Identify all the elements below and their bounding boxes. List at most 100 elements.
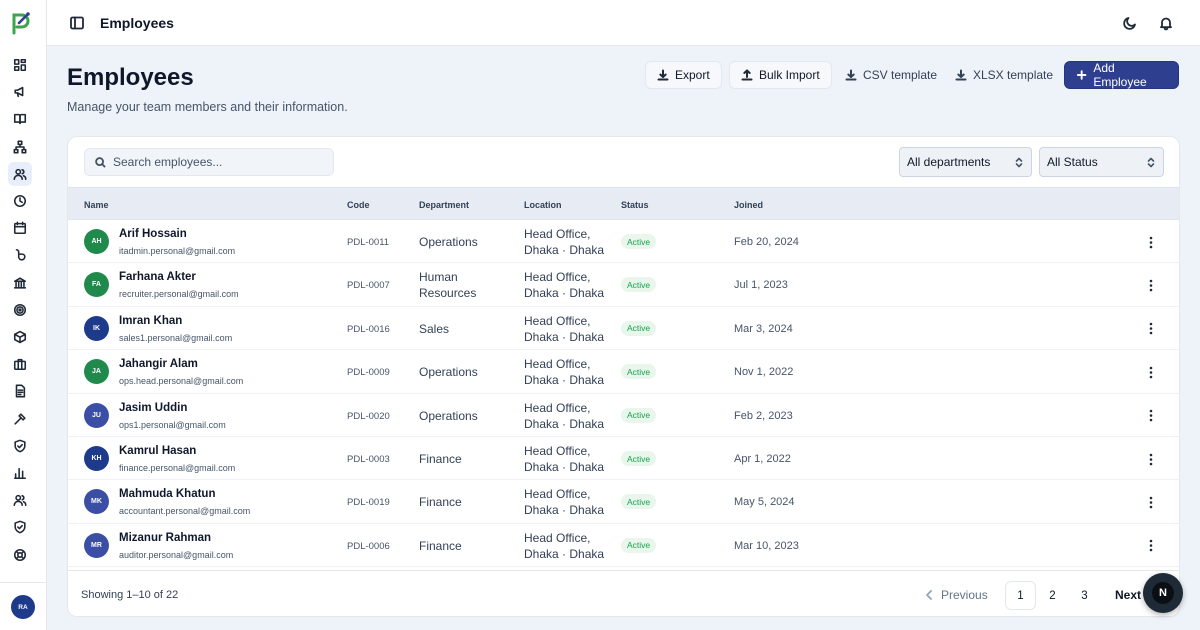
bar-chart-icon[interactable] xyxy=(8,461,32,485)
calendar-icon[interactable] xyxy=(8,216,32,240)
employee-joined-date: Mar 3, 2024 xyxy=(734,322,793,335)
employee-department: Operations xyxy=(419,408,478,423)
export-button[interactable]: Export xyxy=(645,61,722,89)
shield-check-icon[interactable] xyxy=(8,434,32,458)
employee-code: PDL-0007 xyxy=(347,280,390,292)
previous-page-label: Previous xyxy=(941,588,988,602)
employee-name[interactable]: Kamrul Hasan xyxy=(119,445,196,457)
column-header-department[interactable]: Department xyxy=(419,200,469,210)
next-page-button[interactable]: Next xyxy=(1115,588,1141,602)
employee-avatar: FA xyxy=(84,272,109,298)
users-icon[interactable] xyxy=(8,161,32,186)
upload-icon xyxy=(741,69,753,81)
search-input[interactable] xyxy=(113,155,323,169)
table-row[interactable]: JA Jahangir Alam ops.head.personal@gmail.c… xyxy=(68,350,1179,394)
column-header-code[interactable]: Code xyxy=(347,200,370,210)
lifebuoy-icon[interactable] xyxy=(8,543,32,567)
clock-icon[interactable] xyxy=(8,189,32,213)
moon-icon[interactable] xyxy=(1122,15,1138,31)
status-select[interactable]: All Status xyxy=(1039,147,1164,177)
column-header-name[interactable]: Name xyxy=(84,200,109,210)
employee-email: ops1.personal@gmail.com xyxy=(119,419,226,430)
xlsx-template-button[interactable]: XLSX template xyxy=(944,61,1064,89)
more-vertical-icon[interactable] xyxy=(1144,235,1158,249)
employee-email: accountant.personal@gmail.com xyxy=(119,506,251,517)
users-icon[interactable] xyxy=(8,488,32,512)
employee-name[interactable]: Jahangir Alam xyxy=(119,358,198,370)
shield-icon[interactable] xyxy=(8,515,32,539)
target-icon[interactable] xyxy=(8,298,32,322)
bulk-import-button[interactable]: Bulk Import xyxy=(729,61,832,89)
employee-department: Finance xyxy=(419,452,462,466)
employee-code: PDL-0019 xyxy=(347,497,390,509)
org-chart-icon[interactable] xyxy=(8,135,32,159)
user-avatar[interactable]: RA xyxy=(11,595,35,619)
column-header-status[interactable]: Status xyxy=(621,200,649,210)
department-select[interactable]: All departments xyxy=(899,147,1032,177)
add-employee-button[interactable]: Add Employee xyxy=(1064,61,1179,89)
page-title: Employees xyxy=(67,64,194,91)
floating-action-button[interactable]: N xyxy=(1143,573,1183,613)
download-icon xyxy=(657,69,669,81)
hammer-icon[interactable] xyxy=(8,407,32,431)
employee-name[interactable]: Mahmuda Khatun xyxy=(119,488,215,500)
bulk-import-label: Bulk Import xyxy=(759,68,820,82)
page-button-1[interactable]: 1 xyxy=(1005,581,1036,610)
search-icon xyxy=(95,157,106,168)
employee-avatar: JU xyxy=(84,402,109,428)
box-icon[interactable] xyxy=(8,325,32,349)
employee-name[interactable]: Jasim Uddin xyxy=(119,402,187,414)
employee-department: Sales xyxy=(419,321,450,336)
bank-icon[interactable] xyxy=(8,271,32,295)
column-header-location[interactable]: Location xyxy=(524,200,562,210)
employee-location: Head Office, Dhaka · Dhaka xyxy=(524,444,605,474)
table-row[interactable]: FA Farhana Akter recruiter.personal@gmail.… xyxy=(68,263,1179,307)
csv-template-button[interactable]: CSV template xyxy=(834,61,948,89)
more-vertical-icon[interactable] xyxy=(1144,452,1158,466)
employee-email: recruiter.personal@gmail.com xyxy=(119,289,239,300)
search-box[interactable] xyxy=(84,148,334,176)
more-vertical-icon[interactable] xyxy=(1144,278,1158,292)
employee-name[interactable]: Farhana Akter xyxy=(119,271,196,283)
table-row[interactable]: MR Mizanur Rahman auditor.personal@gmail.c… xyxy=(68,524,1179,568)
employee-avatar: MR xyxy=(84,532,109,558)
employee-code: PDL-0011 xyxy=(347,237,390,248)
table-row[interactable]: JU Jasim Uddin ops1.personal@gmail.com PDL-… xyxy=(68,394,1179,437)
column-header-joined[interactable]: Joined xyxy=(734,200,763,210)
table-row[interactable]: MK Mahmuda Khatun accountant.personal@gmai… xyxy=(68,480,1179,524)
more-vertical-icon[interactable] xyxy=(1144,409,1158,423)
table-row[interactable]: IK Imran Khan sales1.personal@gmail.com PDL… xyxy=(68,307,1179,351)
employee-email: ops.head.personal@gmail.com xyxy=(119,376,244,387)
table-row[interactable]: AH Arif Hossain itadmin.personal@gmail.com… xyxy=(68,220,1179,264)
more-vertical-icon[interactable] xyxy=(1144,322,1158,336)
employee-email: sales1.personal@gmail.com xyxy=(119,332,233,343)
more-vertical-icon[interactable] xyxy=(1144,365,1158,379)
employee-location: Head Office, Dhaka · Dhaka xyxy=(524,487,605,518)
briefcase-icon[interactable] xyxy=(8,352,32,376)
table-row[interactable]: KH Kamrul Hasan finance.personal@gmail.com… xyxy=(68,437,1179,481)
download-icon xyxy=(845,69,857,81)
dashboard-icon[interactable] xyxy=(8,53,32,77)
fab-label: N xyxy=(1152,582,1174,604)
employee-name[interactable]: Mizanur Rahman xyxy=(119,532,211,544)
status-badge: Active xyxy=(621,494,657,510)
page-button-2[interactable]: 2 xyxy=(1037,581,1068,610)
sidebar-divider xyxy=(0,582,47,583)
bell-icon[interactable] xyxy=(1158,15,1174,31)
employee-name[interactable]: Imran Khan xyxy=(119,315,182,327)
more-vertical-icon[interactable] xyxy=(1144,539,1158,553)
document-icon[interactable] xyxy=(8,379,32,403)
sidebar-toggle-icon[interactable] xyxy=(69,15,85,31)
csv-template-label: CSV template xyxy=(863,68,938,82)
employee-code: PDL-0016 xyxy=(347,323,390,335)
currency-icon[interactable] xyxy=(8,243,32,267)
previous-page-button[interactable]: Previous xyxy=(925,588,988,602)
employee-joined-date: Apr 1, 2022 xyxy=(734,453,791,465)
book-icon[interactable] xyxy=(8,107,32,131)
more-vertical-icon[interactable] xyxy=(1144,495,1158,509)
table-header: Name Code Department Location Status Joi… xyxy=(68,187,1179,220)
app-logo-icon[interactable] xyxy=(8,10,34,36)
page-button-3[interactable]: 3 xyxy=(1069,581,1100,610)
megaphone-icon[interactable] xyxy=(8,80,32,104)
employee-name[interactable]: Arif Hossain xyxy=(119,228,187,240)
